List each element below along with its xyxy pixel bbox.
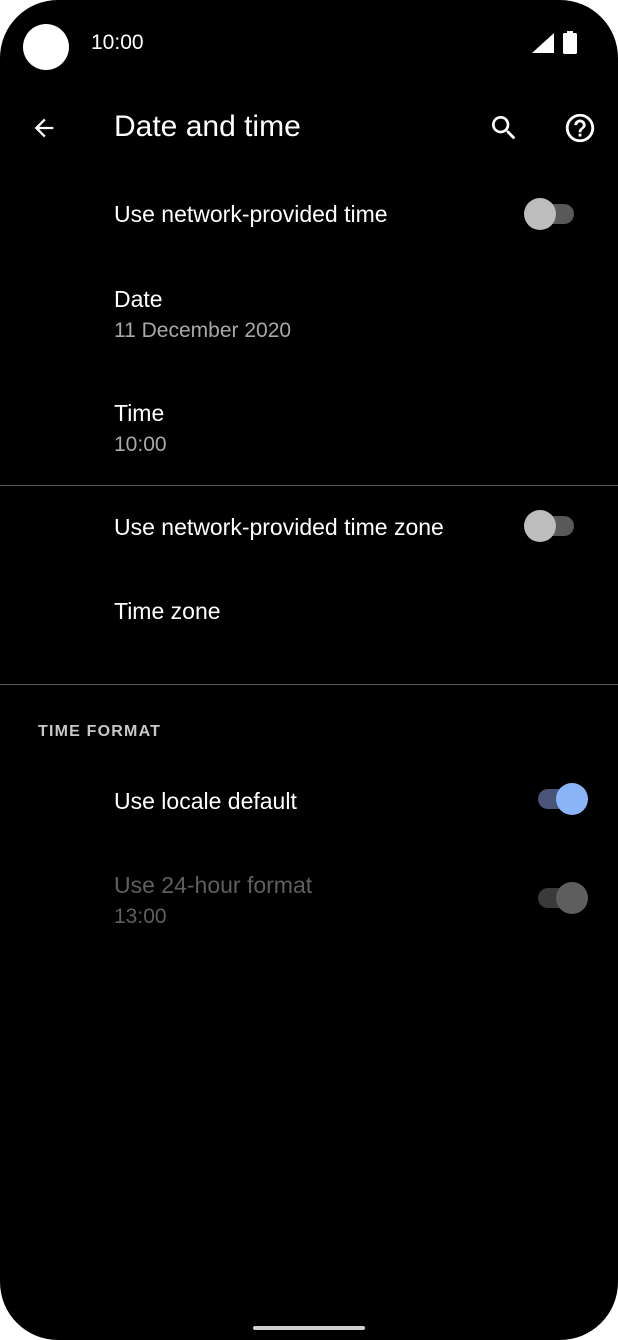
locale-default-label: Use locale default (114, 788, 297, 814)
date-label: Date (114, 286, 163, 312)
page-title: Date and time (114, 110, 301, 143)
back-button[interactable] (22, 106, 66, 150)
network-time-zone-switch[interactable] (524, 506, 576, 546)
24-hour-format-label: Use 24-hour format (114, 872, 313, 898)
switch-thumb (524, 198, 556, 230)
locale-default-row[interactable]: Use locale default (0, 758, 618, 842)
time-format-header: TIME FORMAT (38, 723, 162, 740)
status-time: 10:00 (91, 31, 144, 54)
home-indicator[interactable] (253, 1326, 365, 1330)
date-value: 11 December 2020 (114, 319, 292, 342)
help-button[interactable] (558, 106, 602, 150)
battery-icon (563, 31, 577, 54)
time-zone-row[interactable]: Time zone (0, 572, 618, 656)
camera-cutout (23, 24, 69, 70)
search-icon (492, 116, 516, 140)
date-row[interactable]: Date 11 December 2020 (0, 272, 618, 368)
locale-default-switch[interactable] (536, 779, 588, 819)
time-value: 10:00 (114, 433, 167, 456)
arrow-back-icon (34, 118, 54, 138)
help-icon (565, 113, 595, 143)
divider (0, 684, 618, 685)
network-time-zone-label: Use network-provided time zone (114, 514, 444, 540)
24-hour-format-row: Use 24-hour format 13:00 (0, 858, 618, 954)
time-zone-label: Time zone (114, 598, 221, 624)
network-time-zone-row[interactable]: Use network-provided time zone (0, 486, 618, 570)
24-hour-format-example: 13:00 (114, 905, 167, 928)
switch-thumb (524, 510, 556, 542)
network-time-row[interactable]: Use network-provided time (0, 172, 618, 256)
switch-thumb (556, 882, 588, 914)
24-hour-format-switch (536, 878, 588, 918)
network-time-label: Use network-provided time (114, 201, 388, 227)
switch-thumb (556, 783, 588, 815)
time-row[interactable]: Time 10:00 (0, 386, 618, 482)
phone-screen: 10:00 Date and time Use network-provided… (0, 0, 618, 1340)
signal-icon (532, 33, 554, 53)
time-label: Time (114, 400, 165, 426)
search-button[interactable] (482, 106, 526, 150)
network-time-switch[interactable] (524, 194, 576, 234)
